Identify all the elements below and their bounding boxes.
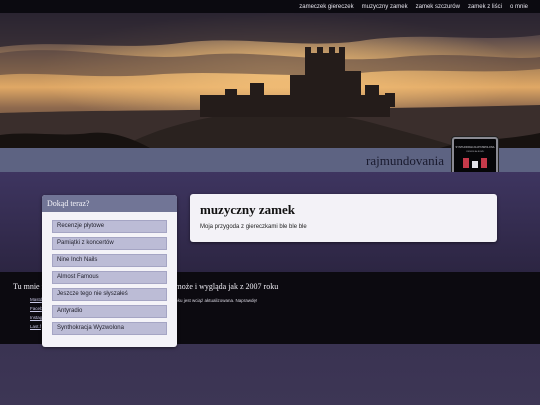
widget-link-nine-inch-nails[interactable]: Nine Inch Nails [52, 254, 167, 267]
nav-link-muzyczny-zamek[interactable]: muzyczny zamek [362, 4, 408, 10]
nav-link-o-mnie[interactable]: o mnie [510, 4, 528, 10]
footer-link-mastodon[interactable]: Mastd [30, 297, 43, 302]
navigation-widget: Dokąd teraz? Recenzje płytowe Pamiątki z… [42, 195, 177, 347]
widget-link-jeszcze-tego-nie-slyszales[interactable]: Jeszcze tego nie słyszałeś [52, 288, 167, 301]
widget-link-antyradio[interactable]: Antyradio [52, 305, 167, 318]
album-text-2: CIENKIE ALBUMU [466, 150, 485, 153]
page-title: muzyczny zamek [200, 202, 295, 217]
content-card: muzyczny zamek Moja przygoda z giereczka… [190, 194, 497, 242]
site-title[interactable]: rajmundovania [366, 153, 444, 169]
header-castle-image [0, 13, 540, 148]
widget-title: Dokąd teraz? [42, 195, 177, 212]
footer-title-end: a może i wygląda jak z 2007 roku [170, 282, 279, 291]
nav-link-zameczek-giereczek[interactable]: zameczek giereczek [299, 4, 353, 10]
widget-link-almost-famous[interactable]: Almost Famous [52, 271, 167, 284]
castle-sunset-illustration [0, 13, 540, 148]
footer-title-start: Tu mnie n [13, 282, 46, 291]
nav-link-zamek-z-lisci[interactable]: zamek z liści [468, 4, 502, 10]
footer-link-instagram[interactable]: Instag [30, 315, 43, 320]
footer-social-links: Mastd Faceb Instag Last.f [30, 297, 43, 329]
album-text-1: SYNTHOKRACJA WYZWOLONA [456, 145, 495, 149]
footer-link-lastfm[interactable]: Last.f [30, 324, 43, 329]
widget-link-pamiatki-z-koncertow[interactable]: Pamiątki z koncertów [52, 237, 167, 250]
page-intro-text: Moja przygoda z giereczkami ble ble ble [200, 224, 307, 230]
widget-link-recenzje-plytowe[interactable]: Recenzje płytowe [52, 220, 167, 233]
nav-link-zamek-szczurow[interactable]: zamek szczurów [416, 4, 460, 10]
footer-note: 4 roku jest wciąż aktualizowana. Naprawd… [170, 298, 258, 303]
footer-link-facebook[interactable]: Faceb [30, 306, 43, 311]
bottom-background [0, 344, 540, 405]
widget-link-synthokracja-wyzwolona[interactable]: Synthokracja Wyzwolona [52, 322, 167, 335]
widget-link-list: Recenzje płytowe Pamiątki z koncertów Ni… [42, 212, 177, 335]
top-navigation: zameczek giereczek muzyczny zamek zamek … [0, 0, 540, 13]
